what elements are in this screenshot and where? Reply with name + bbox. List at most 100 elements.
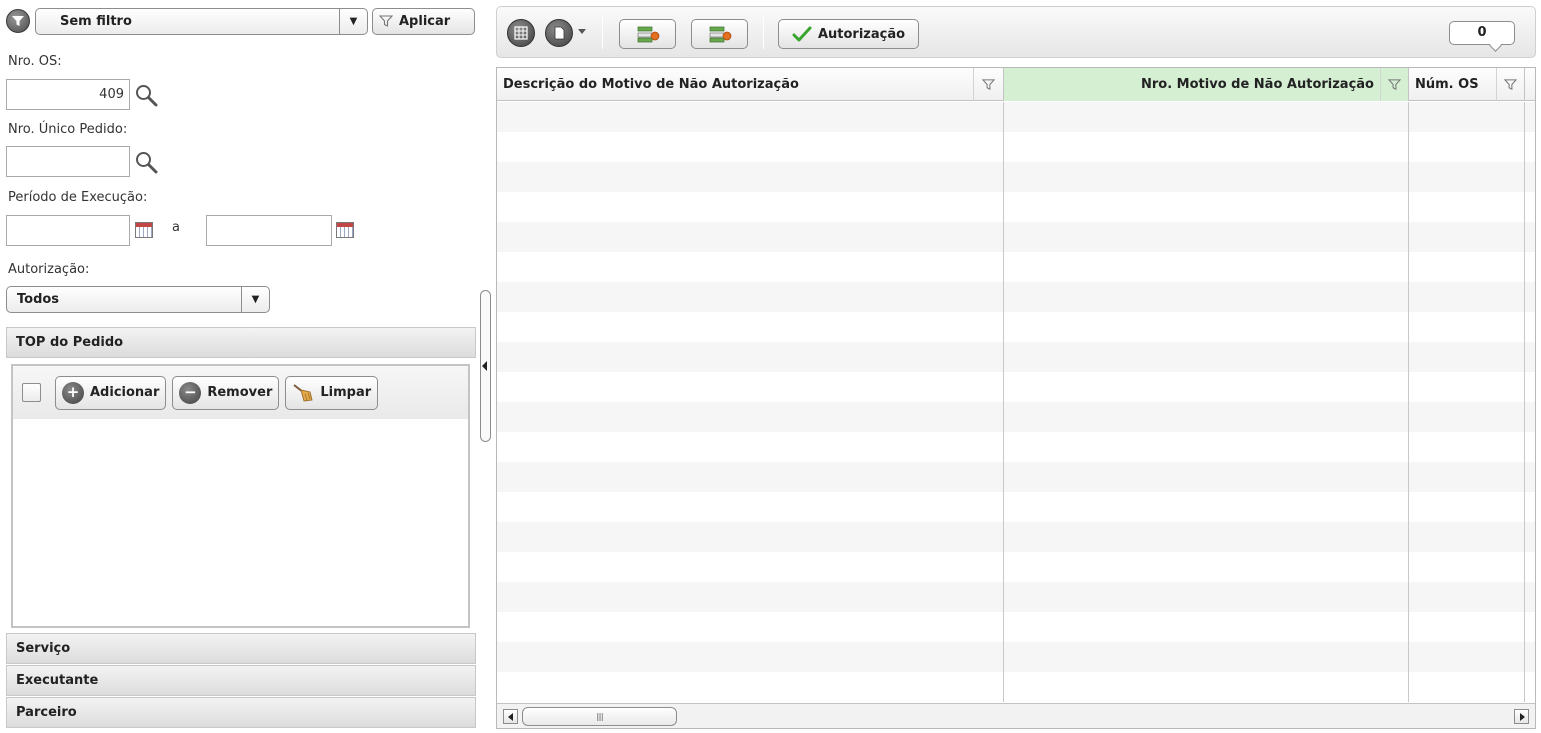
select-all-checkbox[interactable] — [22, 383, 41, 402]
grid-empty-row — [497, 552, 1535, 582]
scroll-left-arrow-icon[interactable] — [503, 709, 518, 724]
plus-icon: + — [62, 381, 84, 404]
filter-panel: Sem filtro ▼ Aplicar Nro. OS: Nro. Único… — [0, 0, 478, 733]
periodo-separator: a — [172, 220, 180, 235]
calendar-start-icon[interactable] — [135, 222, 153, 238]
periodo-execucao-label: Período de Execução: — [8, 190, 148, 205]
periodo-start-input[interactable] — [6, 215, 130, 246]
remove-button[interactable]: − Remover — [172, 375, 280, 410]
grid-empty-row — [497, 162, 1535, 192]
chevron-down-icon[interactable]: ▼ — [241, 287, 269, 312]
grid-empty-row — [497, 462, 1535, 492]
column-divider — [1408, 102, 1409, 702]
column-filter-icon[interactable] — [973, 68, 1003, 101]
section-top-pedido-title: TOP do Pedido — [16, 335, 124, 350]
column-header-nro-motivo[interactable]: Nro. Motivo de Não Autorização — [1004, 68, 1409, 101]
minus-icon: − — [179, 381, 202, 404]
grid-empty-row — [497, 642, 1535, 672]
filter-row: Sem filtro ▼ Aplicar — [6, 6, 475, 36]
column-divider — [1524, 102, 1525, 702]
nro-unico-pedido-label: Nro. Único Pedido: — [8, 122, 128, 137]
grid-empty-row — [497, 312, 1535, 342]
grid-empty-row — [497, 612, 1535, 642]
collapse-arrow-icon[interactable] — [482, 361, 487, 371]
remove-button-label: Remover — [207, 385, 273, 400]
column-filter-icon[interactable] — [1380, 68, 1408, 101]
autorizacao-label: Autorização: — [8, 262, 90, 277]
grid-header: Descrição do Motivo de Não Autorização N… — [497, 68, 1535, 101]
top-pedido-list: + Adicionar − Remover Limpar — [11, 364, 470, 628]
chevron-down-icon[interactable]: ▼ — [339, 8, 367, 34]
nro-os-input[interactable] — [6, 79, 130, 110]
periodo-end-input[interactable] — [206, 215, 332, 246]
grid-empty-row — [497, 132, 1535, 162]
grid-empty-row — [497, 522, 1535, 552]
calendar-end-icon[interactable] — [336, 222, 354, 238]
section-servico-title: Serviço — [16, 641, 71, 656]
grid-toolbar: Autorização 0 — [496, 6, 1536, 58]
apply-filter-button[interactable]: Aplicar — [372, 7, 475, 35]
column-header-label: Nro. Motivo de Não Autorização — [1141, 77, 1374, 92]
search-pedido-icon[interactable] — [134, 150, 158, 174]
layout-config-button[interactable] — [619, 19, 676, 49]
section-servico-header[interactable]: Serviço — [6, 633, 476, 664]
scroll-right-arrow-icon[interactable] — [1514, 709, 1529, 724]
column-divider — [1003, 102, 1004, 702]
grid-rows — [497, 102, 1535, 702]
grid-empty-row — [497, 372, 1535, 402]
scrollbar-thumb[interactable]: |||| — [522, 707, 677, 726]
column-header-num-os[interactable]: Núm. OS — [1409, 68, 1525, 101]
clear-button-label: Limpar — [320, 385, 372, 400]
grid-empty-row — [497, 222, 1535, 252]
grid-view-icon[interactable] — [507, 19, 535, 47]
grid-empty-row — [497, 432, 1535, 462]
chevron-down-icon[interactable] — [578, 29, 586, 34]
toolbar-separator — [602, 17, 603, 49]
grid-empty-row — [497, 402, 1535, 432]
record-count-badge: 0 — [1449, 21, 1515, 45]
broom-icon — [293, 383, 313, 402]
column-header-label: Descrição do Motivo de Não Autorização — [503, 77, 799, 92]
column-filter-icon[interactable] — [1496, 68, 1524, 101]
column-header-descricao[interactable]: Descrição do Motivo de Não Autorização — [497, 68, 1004, 101]
grid-empty-row — [497, 492, 1535, 522]
grid-empty-row — [497, 342, 1535, 372]
saved-filter-value: Sem filtro — [60, 13, 132, 29]
nro-os-label: Nro. OS: — [8, 54, 62, 69]
filter-funnel-icon — [379, 15, 393, 27]
filter-menu-icon[interactable] — [6, 9, 30, 33]
nro-unico-pedido-input[interactable] — [6, 146, 130, 177]
horizontal-scrollbar[interactable]: |||| — [497, 703, 1535, 728]
grid-empty-row — [497, 252, 1535, 282]
section-executante-title: Executante — [16, 673, 99, 688]
column-layout-icon — [637, 26, 659, 43]
grid-empty-row — [497, 672, 1535, 702]
grid-empty-row — [497, 192, 1535, 222]
layout-reset-button[interactable] — [691, 19, 748, 49]
saved-filter-select[interactable]: Sem filtro ▼ — [35, 7, 368, 35]
autorizacao-button[interactable]: Autorização — [778, 19, 919, 49]
results-panel: Autorização 0 Descrição do Motivo de Não… — [496, 6, 1536, 729]
add-button-label: Adicionar — [90, 385, 160, 400]
autorizacao-button-label: Autorização — [817, 26, 906, 42]
grid-empty-row — [497, 102, 1535, 132]
apply-filter-label: Aplicar — [399, 13, 451, 29]
add-button[interactable]: + Adicionar — [55, 375, 167, 410]
column-header-label: Núm. OS — [1415, 77, 1479, 92]
autorizacao-select[interactable]: Todos ▼ — [6, 286, 270, 313]
grid-empty-row — [497, 582, 1535, 612]
grid-empty-row — [497, 282, 1535, 312]
section-parceiro-header[interactable]: Parceiro — [6, 697, 476, 728]
autorizacao-value: Todos — [17, 292, 60, 307]
column-layout-icon — [709, 26, 731, 43]
section-parceiro-title: Parceiro — [16, 705, 77, 720]
search-os-icon[interactable] — [134, 83, 158, 107]
top-pedido-toolbar: + Adicionar − Remover Limpar — [13, 366, 468, 419]
results-grid: Descrição do Motivo de Não Autorização N… — [496, 67, 1536, 729]
section-top-pedido-header[interactable]: TOP do Pedido — [6, 327, 476, 358]
section-executante-header[interactable]: Executante — [6, 665, 476, 696]
green-check-icon — [792, 26, 812, 42]
clear-button[interactable]: Limpar — [285, 375, 379, 410]
toolbar-separator — [763, 17, 764, 49]
export-document-icon[interactable] — [545, 19, 573, 47]
